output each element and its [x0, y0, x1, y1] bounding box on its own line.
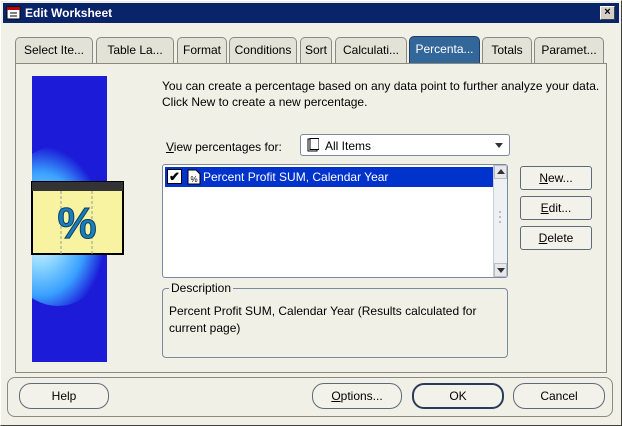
view-label-rest: iew percentages for: [173, 140, 282, 154]
item-checkbox[interactable]: ✔ [167, 169, 182, 184]
options-label-rest: ptions... [340, 389, 383, 403]
tab-table-layout[interactable]: Table La... [96, 37, 174, 63]
scroll-up-button[interactable] [494, 165, 507, 179]
edit-mnemonic: E [540, 201, 549, 215]
ok-button[interactable]: OK [412, 383, 504, 409]
tab-format[interactable]: Format [177, 37, 227, 63]
edit-label-rest: dit... [548, 201, 572, 215]
scroll-down-button[interactable] [494, 263, 507, 277]
edit-button[interactable]: Edit... [520, 196, 592, 220]
percent-item-icon: % [187, 169, 201, 185]
close-icon: × [604, 6, 611, 18]
description-text: Percent Profit SUM, Calendar Year (Resul… [169, 304, 477, 335]
tab-percentages[interactable]: Percenta... [409, 36, 480, 64]
close-button[interactable]: × [600, 6, 615, 20]
tab-calculations[interactable]: Calculati... [335, 37, 407, 63]
options-button[interactable]: Options... [312, 383, 402, 409]
tab-sort[interactable]: Sort [300, 37, 332, 63]
edit-worksheet-dialog: Edit Worksheet × Select Ite... Table La.… [0, 0, 622, 426]
percent-icon: % [31, 181, 124, 255]
list-item[interactable]: ✔ % Percent Profit SUM, Calendar Year [165, 167, 493, 187]
folder-icon [307, 138, 319, 152]
options-mnemonic: O [331, 389, 341, 403]
delete-button[interactable]: Delete [520, 226, 592, 250]
list-item-label: Percent Profit SUM, Calendar Year [203, 170, 389, 184]
help-button[interactable]: Help [19, 383, 109, 409]
cancel-button[interactable]: Cancel [513, 383, 605, 409]
chevron-down-icon [495, 143, 503, 148]
view-select-value: All Items [325, 139, 372, 153]
scroll-grip-icon [499, 211, 501, 223]
checkmark-icon: ✔ [169, 169, 180, 184]
new-mnemonic: N [539, 171, 548, 185]
chevron-up-icon [497, 169, 505, 174]
percent-glyph: % [57, 199, 96, 248]
intro-text: You can create a percentage based on any… [162, 79, 600, 109]
tab-select-items[interactable]: Select Ite... [15, 37, 93, 63]
tab-totals[interactable]: Totals [482, 37, 532, 63]
title-bar: Edit Worksheet × [3, 3, 619, 23]
view-percentages-select[interactable]: All Items [300, 134, 510, 156]
delete-label-rest: elete [547, 231, 574, 245]
list-scrollbar[interactable] [493, 165, 507, 277]
description-group: Description Percent Profit SUM, Calendar… [162, 281, 508, 358]
chevron-down-icon [497, 268, 505, 273]
svg-text:%: % [190, 175, 197, 184]
window-title: Edit Worksheet [25, 6, 113, 20]
view-percentages-label: View percentages for: [166, 140, 282, 154]
percentages-panel: % You can create a percentage based on a… [15, 63, 607, 373]
view-label-mnemonic: V [166, 140, 174, 154]
description-legend: Description [169, 281, 234, 295]
delete-mnemonic: D [538, 231, 548, 245]
new-label-rest: ew... [547, 171, 573, 185]
percentages-list[interactable]: ✔ % Percent Profit SUM, Calendar Year [162, 164, 508, 278]
tab-parameters[interactable]: Paramet... [534, 37, 604, 63]
new-button[interactable]: New... [520, 166, 592, 190]
app-icon [6, 6, 21, 20]
tab-conditions[interactable]: Conditions [229, 37, 297, 63]
